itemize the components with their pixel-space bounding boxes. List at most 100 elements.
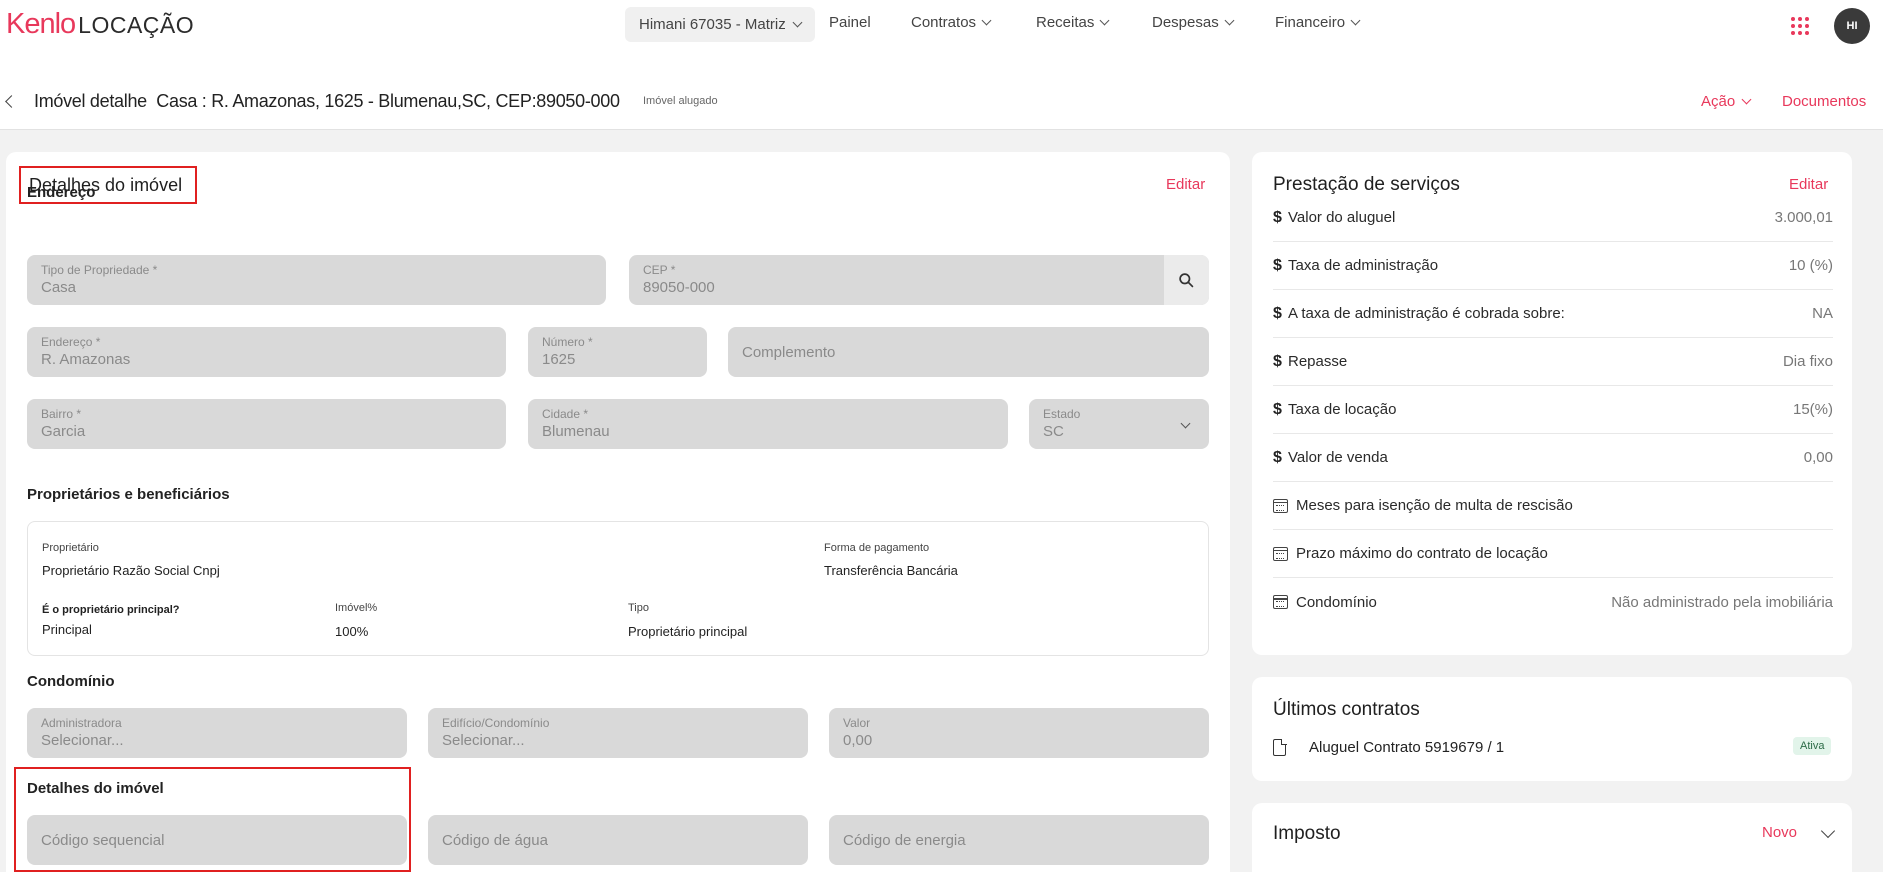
sequential-code-placeholder: Código sequencial <box>41 831 165 849</box>
property-type-label: Tipo de Propriedade * <box>41 263 158 277</box>
branch-selector[interactable]: Himani 67035 - Matriz <box>625 7 815 42</box>
calendar-icon <box>1273 546 1288 561</box>
avatar[interactable]: HI <box>1834 8 1870 44</box>
property-type-field[interactable]: Tipo de Propriedade * Casa <box>27 255 606 305</box>
property-details-card: Detalhes do imóvel Editar Endereço Tipo … <box>6 152 1230 872</box>
service-value: 15(%) <box>1792 401 1833 418</box>
chevron-down-icon <box>981 15 992 26</box>
neighborhood-field[interactable]: Bairro * Garcia <box>27 399 506 449</box>
owner-label: Proprietário <box>42 542 99 554</box>
status-badge: Ativa <box>1793 737 1832 755</box>
edit-details-link[interactable]: Editar <box>1166 176 1205 193</box>
cep-value: 89050-000 <box>643 279 715 296</box>
service-value: NA <box>1812 305 1833 322</box>
service-row: Condomínio Não administrado pela imobili… <box>1273 578 1833 626</box>
calendar-icon <box>1273 498 1288 513</box>
cep-field[interactable]: CEP * 89050-000 <box>629 255 1209 305</box>
nav-contratos-label: Contratos <box>911 14 977 31</box>
main-owner-label: É o proprietário principal? <box>42 604 180 616</box>
service-value: Dia fixo <box>1782 353 1833 370</box>
dollar-icon: $ <box>1273 304 1282 322</box>
nav-financeiro[interactable]: Financeiro <box>1275 14 1361 31</box>
edit-services-link[interactable]: Editar <box>1789 176 1828 193</box>
owners-section-title: Proprietários e beneficiários <box>27 486 230 503</box>
condo-value-value: 0,00 <box>843 732 873 749</box>
payment-method-label: Forma de pagamento <box>824 542 930 554</box>
nav-despesas[interactable]: Despesas <box>1152 14 1235 31</box>
dollar-icon: $ <box>1273 352 1282 370</box>
service-row: $ A taxa de administração é cobrada sobre… <box>1273 290 1833 338</box>
service-row: Meses para isenção de multa de rescisão <box>1273 482 1833 530</box>
service-row: Prazo máximo do contrato de locação <box>1273 530 1833 578</box>
document-icon <box>1273 738 1287 756</box>
nav-painel[interactable]: Painel <box>829 14 871 31</box>
service-row: $ Repasse Dia fixo <box>1273 338 1833 386</box>
payment-method-value: Transferência Bancária <box>824 563 958 578</box>
chevron-down-icon[interactable] <box>1820 823 1836 839</box>
page-title-prefix: Imóvel detalhe <box>34 91 147 111</box>
branch-label: Himani 67035 - Matriz <box>639 16 786 33</box>
kenlo-logo[interactable]: Kenlo LOCAÇÃO <box>6 8 194 41</box>
nav-receitas-label: Receitas <box>1036 14 1095 31</box>
action-label: Ação <box>1701 93 1736 110</box>
apps-grid-icon[interactable] <box>1791 17 1809 35</box>
number-field[interactable]: Número * 1625 <box>528 327 707 377</box>
nav-despesas-label: Despesas <box>1152 14 1219 31</box>
neighborhood-label: Bairro * <box>41 407 82 421</box>
city-field[interactable]: Cidade * Blumenau <box>528 399 1008 449</box>
address-value: R. Amazonas <box>41 351 131 368</box>
chevron-down-icon <box>1350 15 1361 26</box>
contract-link[interactable]: Aluguel Contrato 5919679 / 1 <box>1309 739 1504 756</box>
condo-manager-label: Administradora <box>41 716 122 730</box>
condo-manager-value: Selecionar... <box>41 732 124 749</box>
neighborhood-value: Garcia <box>41 423 86 440</box>
condo-value-label: Valor <box>843 716 871 730</box>
owner-card[interactable]: Proprietário Proprietário Razão Social C… <box>27 521 1209 656</box>
nav-contratos[interactable]: Contratos <box>911 14 992 31</box>
chevron-down-icon <box>1224 15 1235 26</box>
number-label: Número * <box>542 335 593 349</box>
calendar-icon <box>1273 595 1288 609</box>
services-card: Prestação de serviços Editar $ Valor do a… <box>1252 152 1852 655</box>
sequential-code-field[interactable]: Código sequencial <box>27 815 407 865</box>
address-field[interactable]: Endereço * R. Amazonas <box>27 327 506 377</box>
service-row: $ Taxa de administração 10 (%) <box>1273 242 1833 290</box>
condo-value-field[interactable]: Valor 0,00 <box>829 708 1209 758</box>
main-owner-value: Principal <box>42 622 92 637</box>
energy-code-field[interactable]: Código de energia <box>829 815 1209 865</box>
city-value: Blumenau <box>542 423 610 440</box>
new-tax-button[interactable]: Novo <box>1762 824 1797 841</box>
cep-label: CEP * <box>643 263 676 277</box>
building-label: Edifício/Condomínio <box>442 716 550 730</box>
condo-manager-select[interactable]: Administradora Selecionar... <box>27 708 407 758</box>
nav-receitas[interactable]: Receitas <box>1036 14 1110 31</box>
service-label: Repasse <box>1288 353 1348 370</box>
action-menu-button[interactable]: Ação <box>1701 93 1752 110</box>
service-label: Prazo máximo do contrato de locação <box>1296 545 1548 562</box>
page-title: Imóvel detalhe Casa : R. Amazonas, 1625 … <box>34 91 620 112</box>
water-code-field[interactable]: Código de água <box>428 815 808 865</box>
tax-card: Imposto Novo <box>1252 803 1852 872</box>
complement-field[interactable]: Complemento <box>728 327 1209 377</box>
back-arrow-icon[interactable] <box>5 95 18 108</box>
condo-section-title: Condomínio <box>27 673 115 690</box>
ownership-percent-label: Imóvel% <box>335 602 378 614</box>
owner-value: Proprietário Razão Social Cnpj <box>42 563 220 578</box>
service-label: Valor do aluguel <box>1288 209 1396 226</box>
logo-locacao-text: LOCAÇÃO <box>78 12 195 38</box>
state-select[interactable]: Estado SC <box>1029 399 1209 449</box>
service-value: 0,00 <box>1803 449 1833 466</box>
cep-search-button[interactable] <box>1164 255 1209 305</box>
service-row: $ Valor do aluguel 3.000,01 <box>1273 194 1833 242</box>
service-label: A taxa de administração é cobrada sobre: <box>1288 305 1565 322</box>
service-label: Valor de venda <box>1288 449 1388 466</box>
address-section-title: Endereço <box>27 184 96 201</box>
state-value: SC <box>1043 423 1064 440</box>
property-type-value: Casa <box>41 279 77 296</box>
top-navigation: Kenlo LOCAÇÃO Himani 67035 - Matriz Pain… <box>0 0 1883 50</box>
state-label: Estado <box>1043 407 1081 421</box>
building-select[interactable]: Edifício/Condomínio Selecionar... <box>428 708 808 758</box>
logo-kenlo-text: Kenlo <box>6 8 76 40</box>
documents-link[interactable]: Documentos <box>1782 93 1866 110</box>
dollar-icon: $ <box>1273 448 1282 466</box>
